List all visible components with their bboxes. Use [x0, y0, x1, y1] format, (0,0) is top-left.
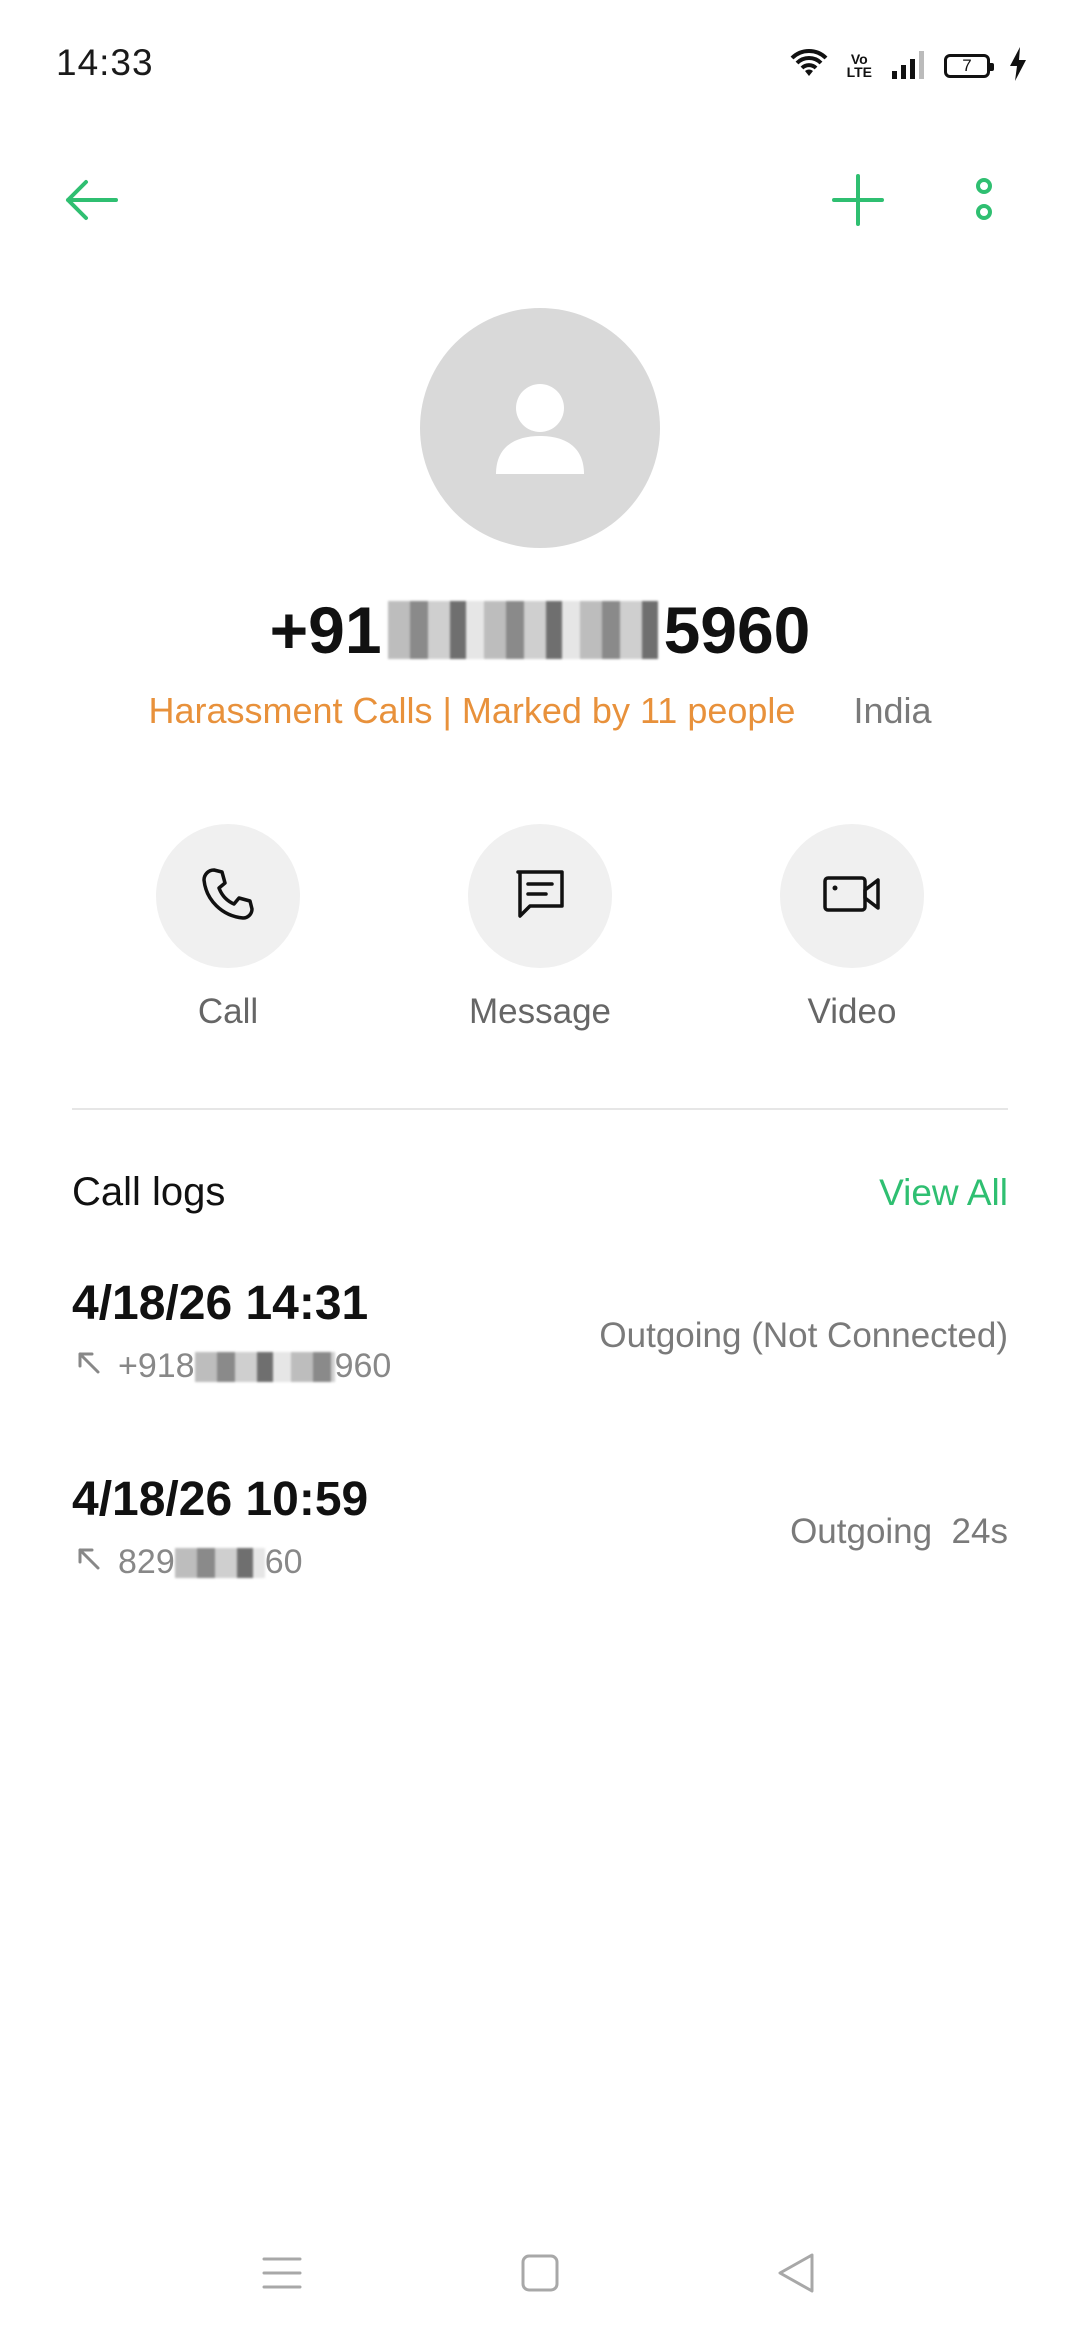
number-suffix: 5960	[663, 593, 811, 667]
number-info: Harassment Calls | Marked by 11 people I…	[0, 690, 1080, 732]
add-contact-button[interactable]	[818, 162, 898, 242]
phone-number: +91 5960	[0, 592, 1080, 668]
call-button[interactable]	[156, 824, 300, 968]
call-log-datetime: 4/18/26 10:59	[72, 1473, 369, 1526]
plus-icon	[832, 173, 884, 231]
nav-back-button[interactable]	[756, 2240, 836, 2310]
arrow-left-icon	[64, 178, 120, 227]
person-icon	[490, 376, 590, 481]
call-log-number: +918 960	[72, 1346, 391, 1387]
video-icon	[822, 872, 882, 921]
status-icons: Vo LTE 7	[789, 46, 1028, 86]
call-log-datetime: 4/18/26 14:31	[72, 1277, 369, 1330]
back-icon	[776, 2251, 816, 2300]
call-logs-title: Call logs	[72, 1170, 226, 1214]
call-log-row[interactable]: 4/18/26 10:59 829 60 Outgoing 24s	[72, 1472, 1008, 1622]
nav-home-button[interactable]	[500, 2240, 580, 2310]
nav-menu-button[interactable]	[242, 2240, 322, 2310]
message-label: Message	[468, 992, 612, 1031]
message-button[interactable]	[468, 824, 612, 968]
call-log-status: Outgoing (Not Connected)	[599, 1316, 1008, 1355]
region-label: India	[853, 690, 932, 731]
number-prefix: +91	[269, 593, 382, 667]
call-label: Call	[197, 992, 259, 1031]
avatar	[420, 308, 660, 548]
battery-icon: 7	[944, 54, 994, 78]
outgoing-call-icon	[72, 1346, 104, 1387]
spam-label[interactable]: Harassment Calls | Marked by 11 people	[148, 690, 795, 731]
redacted-digits	[387, 601, 658, 659]
back-button[interactable]	[52, 162, 132, 242]
message-icon	[514, 868, 566, 925]
redacted-digits	[174, 1547, 265, 1578]
menu-icon	[262, 2255, 302, 2296]
divider	[72, 1108, 1008, 1110]
charging-icon	[1008, 46, 1028, 86]
view-all-link[interactable]: View All	[879, 1172, 1008, 1214]
video-label: Video	[807, 992, 897, 1031]
home-icon	[520, 2253, 560, 2298]
call-action[interactable]: Call	[123, 824, 333, 1032]
redacted-digits	[194, 1351, 335, 1382]
status-time: 14:33	[56, 42, 154, 83]
phone-icon	[200, 866, 256, 927]
outgoing-call-icon	[72, 1542, 104, 1583]
message-action[interactable]: Message	[435, 824, 645, 1032]
wifi-icon	[789, 48, 829, 85]
call-log-number: 829 60	[72, 1542, 303, 1583]
volte-icon: Vo LTE	[846, 51, 872, 80]
call-log-status: Outgoing 24s	[790, 1512, 1008, 1551]
more-options-button[interactable]	[944, 162, 1024, 242]
video-action[interactable]: Video	[747, 824, 957, 1032]
video-button[interactable]	[780, 824, 924, 968]
call-log-row[interactable]: 4/18/26 14:31 +918 960 Outgoing (Not Conn…	[72, 1276, 1008, 1426]
signal-icon	[890, 49, 926, 84]
more-vertical-icon	[972, 176, 996, 229]
